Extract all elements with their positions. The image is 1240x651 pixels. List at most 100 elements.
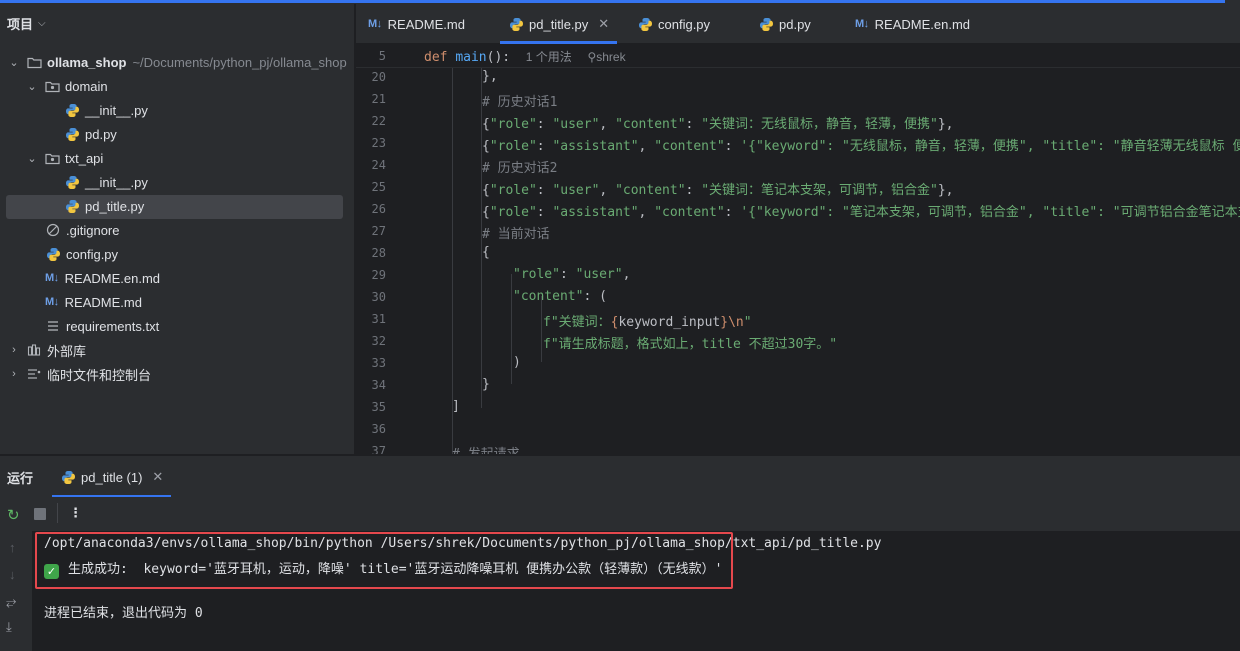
code-token: : [724, 139, 741, 154]
code-line-22: {"role": "user", "content": "关键词：无线鼠标，静音… [482, 113, 954, 132]
chevron-right-icon[interactable]: › [7, 344, 21, 356]
tree-item-readme[interactable]: M↓ README.md [0, 291, 354, 313]
code-token: "role" [489, 117, 537, 132]
code-token: : [536, 139, 553, 154]
project-panel: 项目 ⌵ ⌄ ollama_shop ~/Documents/python_pj… [0, 4, 355, 454]
code-line-23: {"role": "assistant", "content": '{"keyw… [482, 135, 1240, 154]
root-folder-path: ~/Documents/python_pj/ollama_shop [132, 54, 347, 70]
usages-hint[interactable]: 1 个用法 [526, 50, 572, 64]
tree-item-pd-title-py[interactable]: pd_title.py [0, 195, 354, 219]
line-number: 28 [371, 246, 386, 260]
tree-item-config-py[interactable]: config.py [0, 243, 354, 265]
chevron-down-icon[interactable]: ⌄ [25, 152, 39, 165]
tab-label: pd.py [779, 16, 811, 32]
rerun-icon[interactable]: ↻ [7, 506, 20, 524]
chevron-right-icon[interactable]: › [7, 368, 21, 380]
tree-item-txt-api-init[interactable]: __init__.py [0, 171, 354, 193]
tree-item-readme-en[interactable]: M↓ README.en.md [0, 267, 354, 289]
tab-label: pd_title.py [529, 16, 589, 32]
close-icon[interactable]: ✕ [598, 16, 609, 32]
code-token: "user" [575, 267, 623, 282]
code-token: , [638, 205, 655, 220]
tree-item-label: txt_api [65, 150, 104, 166]
function-name: main [455, 50, 487, 65]
line-number: 25 [371, 180, 386, 194]
code-token: , [599, 117, 616, 132]
code-token: }, [937, 117, 954, 132]
folder-icon [26, 54, 42, 70]
tree-root-ollama-shop[interactable]: ⌄ ollama_shop ~/Documents/python_pj/olla… [0, 51, 354, 73]
sticky-scroll-header[interactable]: 5 def main(): 1 个用法 ⚲shrek [356, 44, 1240, 68]
stop-icon[interactable] [34, 508, 46, 523]
code-text: }, [482, 69, 498, 84]
more-options-icon[interactable]: ⋮ [69, 505, 82, 521]
code-token: "user" [552, 183, 600, 198]
tree-item-txt-api[interactable]: ⌄ txt_api [0, 147, 354, 169]
code-token: keyword_input [618, 315, 721, 330]
python-file-icon [64, 174, 80, 190]
line-number: 37 [371, 444, 386, 454]
code-editor[interactable]: 5 def main(): 1 个用法 ⚲shrek 20 21 22 23 2… [356, 44, 1240, 454]
chevron-down-icon[interactable]: ⌵ [38, 18, 46, 29]
tree-item-scratches[interactable]: › 临时文件和控制台 [0, 363, 354, 385]
tab-label: README.md [387, 16, 465, 32]
text-file-icon [45, 318, 61, 334]
line-number: 23 [371, 136, 386, 150]
code-line-28: { [482, 245, 490, 260]
code-token: "role" [489, 139, 537, 154]
root-folder-label: ollama_shop [47, 54, 127, 70]
code-line-20: }, [482, 69, 498, 84]
python-file-icon [64, 126, 80, 142]
code-token: : [685, 117, 702, 132]
python-file-icon [758, 16, 774, 32]
tab-readme-en-md[interactable]: M↓ README.en.md [855, 4, 970, 44]
run-tab-pd-title[interactable]: pd_title (1) ✕ [51, 456, 172, 498]
editor-tab-bar: M↓ README.md pd_title.py ✕ config.py pd.… [356, 4, 1240, 44]
tree-item-requirements[interactable]: requirements.txt [0, 315, 354, 337]
code-line-34: } [482, 377, 490, 392]
code-token: : [536, 117, 553, 132]
tab-config-py[interactable]: config.py [637, 4, 710, 44]
run-tab-label: pd_title (1) [81, 469, 143, 485]
tree-item-pd-py[interactable]: pd.py [0, 123, 354, 145]
tab-pd-py[interactable]: pd.py [758, 4, 811, 44]
project-panel-header[interactable]: 项目 ⌵ [0, 4, 354, 42]
tree-item-label: 临时文件和控制台 [47, 367, 152, 383]
code-token: "content" [513, 289, 584, 304]
tree-item-gitignore[interactable]: .gitignore [0, 219, 354, 241]
scroll-to-end-icon[interactable]: ⤓ [6, 619, 12, 635]
python-file-icon [64, 102, 80, 118]
soft-wrap-icon[interactable]: ⥂ [6, 594, 16, 610]
chevron-down-icon[interactable]: ⌄ [7, 56, 21, 69]
code-line-27: # 当前对话 [482, 227, 550, 242]
code-line-29: "role": "user", [513, 267, 630, 282]
line-number: 21 [371, 92, 386, 106]
code-token: : [724, 205, 741, 220]
signature: (): [486, 50, 511, 65]
code-token: "role" [513, 267, 560, 282]
code-token: : ( [583, 289, 607, 304]
close-icon[interactable]: ✕ [152, 469, 163, 485]
line-number: 36 [371, 422, 386, 436]
code-token: "assistant" [552, 205, 639, 220]
author-hint[interactable]: shrek [596, 50, 625, 64]
run-tool-window-header: 运行 pd_title (1) ✕ [0, 455, 1240, 498]
arrow-up-icon[interactable]: ↑ [9, 540, 16, 555]
tree-item-external-libraries[interactable]: › 外部库 [0, 339, 354, 361]
chevron-down-icon[interactable]: ⌄ [25, 80, 39, 93]
line-number: 20 [371, 70, 386, 84]
code-token: "content" [615, 183, 686, 198]
code-token: '{"keyword": "无线鼠标，静音，轻薄，便携", "title": "… [740, 139, 1240, 154]
tab-pd-title-py[interactable]: pd_title.py ✕ [499, 4, 618, 44]
code-token: , [599, 183, 616, 198]
tree-item-domain[interactable]: ⌄ domain [0, 75, 354, 97]
tree-item-label: pd.py [85, 126, 117, 142]
code-token: \n [728, 315, 744, 330]
tab-readme-md[interactable]: M↓ README.md [368, 4, 465, 44]
arrow-down-icon[interactable]: ↓ [9, 567, 16, 582]
tab-label: README.en.md [874, 16, 971, 32]
tree-item-label: pd_title.py [85, 198, 145, 214]
console-exit-line: 进程已结束，退出代码为 0 [44, 606, 203, 621]
tree-item-domain-init[interactable]: __init__.py [0, 99, 354, 121]
ignored-file-icon [45, 222, 61, 238]
